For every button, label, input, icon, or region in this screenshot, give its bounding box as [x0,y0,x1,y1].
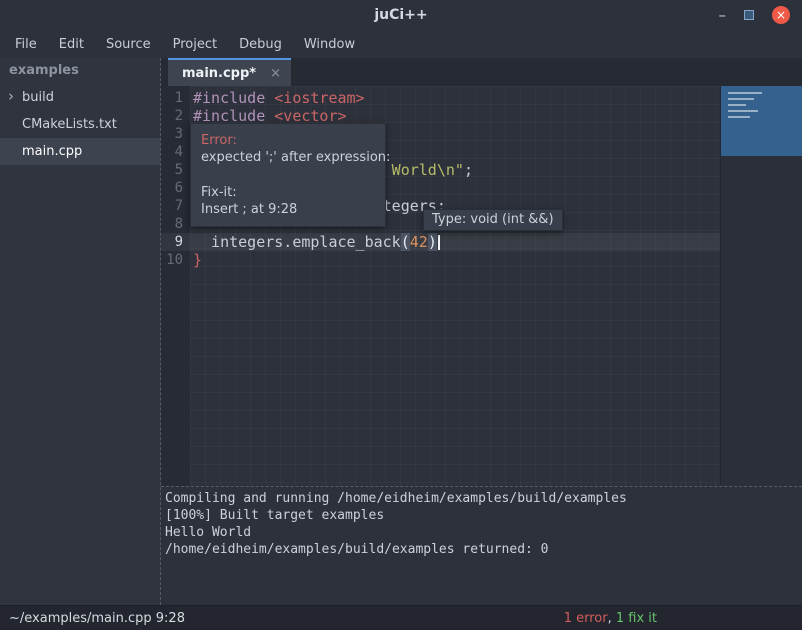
file-path-status: ~/examples/main.cpp 9:28 [9,611,185,626]
console-line: Compiling and running /home/eidheim/exam… [165,490,802,507]
line-number: 8 [161,215,190,233]
code-text: integers.emplace_back(42) [190,233,440,251]
close-button[interactable]: × [772,6,790,24]
console-line: /home/eidheim/examples/build/examples re… [165,541,802,558]
line-number: 10 [161,251,190,269]
code-line-9[interactable]: 9 integers.emplace_back(42) [161,233,720,251]
code-area[interactable]: 1#include <iostream>2#include <vector>34… [161,86,720,486]
status-separator: , [608,611,616,626]
window-title: juCi++ [374,7,427,23]
menu-item-window[interactable]: Window [293,30,366,58]
build-output-console: Compiling and running /home/eidheim/exam… [161,486,802,605]
error-count: 1 error [564,611,608,626]
code-segment: } [193,251,202,269]
minimap-line-mark [728,116,750,118]
fixit-count: 1 fix it [616,611,657,626]
line-number: 4 [161,143,190,161]
code-line-1[interactable]: 1#include <iostream> [161,89,720,107]
minimap-line-mark [728,110,758,112]
tab-main-cpp[interactable]: main.cpp* × [168,58,291,86]
minimap-line-mark [728,92,762,94]
diagnostics-status: 1 error, 1 fix it [564,611,657,626]
code-segment: ) [428,233,437,251]
sidebar-item-label: build [22,90,54,105]
file-tree-panel: examples › build CMakeLists.txt main.cpp [0,58,161,605]
code-segment: 42 [410,233,428,251]
minimap-slider[interactable] [721,86,802,156]
menu-item-file[interactable]: File [4,30,48,58]
code-line-10[interactable]: 10} [161,251,720,269]
code-segment: #include [193,89,274,107]
title-bar: juCi++ – × [0,0,802,30]
minimap-line-mark [728,104,746,106]
sidebar-item-cmakelists-txt[interactable]: CMakeLists.txt [0,111,160,138]
editor-panel: main.cpp*× 1#include <iostream>2#include… [161,58,802,605]
file-tree: › build CMakeLists.txt main.cpp [0,84,160,165]
line-number: 6 [161,179,190,197]
sidebar-item-label: CMakeLists.txt [22,117,117,132]
menu-item-edit[interactable]: Edit [48,30,95,58]
tab-bar: main.cpp* × [161,58,802,86]
diagnostic-message: expected ';' after expression: [201,149,375,166]
code-segment: ( [401,233,410,251]
juci-window: juCi++ – × FileEditSourceProjectDebugWin… [0,0,802,630]
status-bar: ~/examples/main.cpp 9:28 1 error, 1 fix … [0,605,802,630]
code-segment: integers.emplace_back [193,233,401,251]
minimap-text-marks [728,92,762,118]
line-number: 7 [161,197,190,215]
diagnostic-spacer [201,166,375,184]
fixit-title: Fix-it: [201,184,375,201]
menu-item-source[interactable]: Source [95,30,162,58]
chevron-right-icon[interactable]: › [8,88,14,105]
window-controls: – × [719,0,791,30]
minimap-line-mark [728,98,754,100]
menu-item-debug[interactable]: Debug [228,30,293,58]
minimap[interactable] [720,86,802,486]
source-editor[interactable]: 1#include <iostream>2#include <vector>34… [161,86,802,486]
maximize-icon[interactable] [744,10,754,20]
sidebar-item-label: main.cpp [22,144,82,159]
tab-close-icon[interactable]: × [270,66,281,81]
main-area: examples › build CMakeLists.txt main.cpp ma… [0,58,802,605]
line-number: 9 [161,233,190,251]
console-line: [100%] Built target examples [165,507,802,524]
project-name: examples [0,58,160,84]
diagnostic-title: Error: [201,132,375,149]
text-cursor [438,235,440,250]
line-number: 1 [161,89,190,107]
sidebar-item-build[interactable]: › build [0,84,160,111]
line-number: 2 [161,107,190,125]
menu-item-project[interactable]: Project [162,30,228,58]
code-text: } [190,251,202,269]
code-segment: <iostream> [274,89,364,107]
fixit-text: Insert ; at 9:28 [201,201,375,218]
menu-bar: FileEditSourceProjectDebugWindow [0,30,802,58]
code-segment: ; [464,161,473,179]
console-line: Hello World [165,524,802,541]
type-tooltip: Type: void (int &&) [423,209,563,231]
line-number: 3 [161,125,190,143]
diagnostic-tooltip: Error: expected ';' after expression: Fi… [190,123,386,227]
code-text: #include <iostream> [190,89,365,107]
tab-label: main.cpp* [182,66,256,81]
sidebar-item-main-cpp[interactable]: main.cpp [0,138,160,165]
line-number: 5 [161,161,190,179]
minimize-button[interactable]: – [719,8,727,23]
